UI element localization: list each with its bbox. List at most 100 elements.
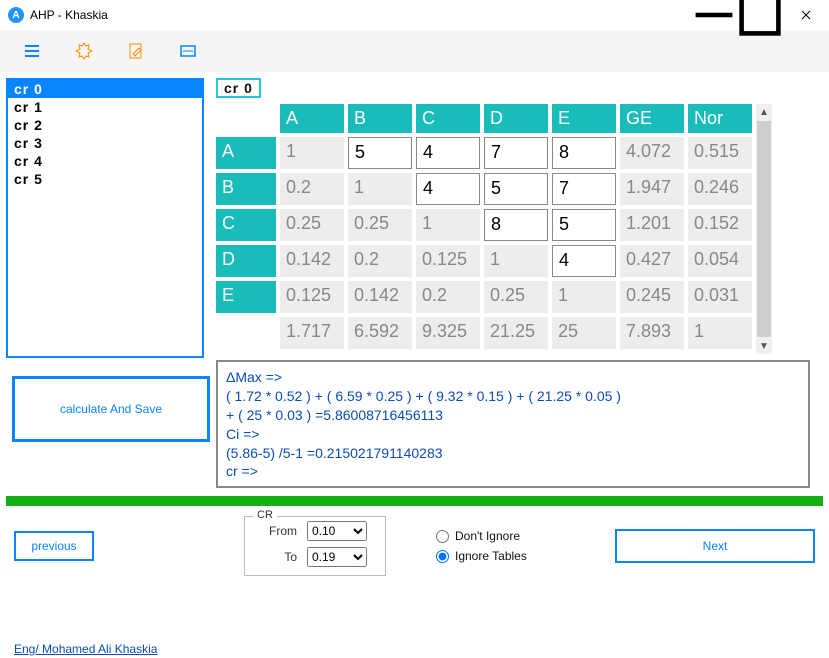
matrix-cell[interactable]: 8 bbox=[484, 209, 548, 241]
cr-range-group: CR From 0.100.110.120.130.140.150.160.17… bbox=[244, 516, 386, 576]
radio-dont-ignore[interactable]: Don't Ignore bbox=[436, 529, 527, 543]
matrix-cell: 0.2 bbox=[416, 281, 480, 313]
matrix-cell[interactable]: 7 bbox=[552, 173, 616, 205]
log-line: ( 1.72 * 0.52 ) + ( 6.59 * 0.25 ) + ( 9.… bbox=[226, 387, 800, 406]
matrix-cell[interactable]: 5 bbox=[484, 173, 548, 205]
matrix-cell: 0.25 bbox=[348, 209, 412, 241]
matrix-row-header: B bbox=[216, 173, 276, 205]
section-divider bbox=[6, 496, 823, 506]
scroll-thumb[interactable] bbox=[757, 121, 771, 337]
minimize-button[interactable] bbox=[691, 0, 737, 30]
matrix-row-header: D bbox=[216, 245, 276, 277]
matrix-cell: 0.25 bbox=[484, 281, 548, 313]
log-line: + ( 25 * 0.03 ) =5.86008716456113 bbox=[226, 406, 800, 425]
title-bar: A AHP - Khaskia bbox=[0, 0, 829, 30]
matrix-cell: 0.031 bbox=[688, 281, 752, 313]
matrix-col-header: C bbox=[416, 104, 480, 133]
criteria-list[interactable]: cr 0cr 1cr 2cr 3cr 4cr 5 bbox=[6, 78, 204, 358]
radio-dont-ignore-input[interactable] bbox=[436, 530, 449, 543]
matrix-row-header: E bbox=[216, 281, 276, 313]
matrix-sum-blank bbox=[216, 317, 276, 349]
compute-icon[interactable] bbox=[176, 39, 200, 63]
matrix-cell: 0.2 bbox=[280, 173, 344, 205]
matrix-cell: 0.142 bbox=[348, 281, 412, 313]
edit-icon[interactable] bbox=[124, 39, 148, 63]
log-line: ΔMax => bbox=[226, 368, 800, 387]
matrix-cell: 1 bbox=[348, 173, 412, 205]
matrix-cell[interactable]: 4 bbox=[416, 173, 480, 205]
matrix-cell: 0.125 bbox=[280, 281, 344, 313]
current-cr-tag: cr 0 bbox=[216, 78, 261, 98]
matrix-sum-cell: 21.25 bbox=[484, 317, 548, 349]
matrix-cell: 0.152 bbox=[688, 209, 752, 241]
cr-legend: CR bbox=[253, 509, 277, 521]
matrix-cell: 0.515 bbox=[688, 137, 752, 169]
cr-from-label: From bbox=[263, 524, 297, 538]
comparison-matrix: ABCDEGENorA154784.0720.515B0.214571.9470… bbox=[216, 104, 752, 349]
matrix-cell: 0.2 bbox=[348, 245, 412, 277]
menu-icon[interactable] bbox=[20, 39, 44, 63]
matrix-sum-cell: 9.325 bbox=[416, 317, 480, 349]
matrix-cell: 0.245 bbox=[620, 281, 684, 313]
matrix-cell: 4.072 bbox=[620, 137, 684, 169]
matrix-cell: 1 bbox=[280, 137, 344, 169]
sidebar-item[interactable]: cr 5 bbox=[8, 170, 202, 188]
app-icon: A bbox=[8, 7, 24, 23]
cr-to-label: To bbox=[263, 550, 297, 564]
matrix-cell[interactable]: 7 bbox=[484, 137, 548, 169]
close-button[interactable] bbox=[783, 0, 829, 30]
ignore-radio-group: Don't Ignore Ignore Tables bbox=[436, 529, 527, 563]
matrix-cell: 1.947 bbox=[620, 173, 684, 205]
matrix-row-header: A bbox=[216, 137, 276, 169]
matrix-cell: 0.25 bbox=[280, 209, 344, 241]
matrix-sum-cell: 1 bbox=[688, 317, 752, 349]
scroll-down-icon[interactable]: ▼ bbox=[756, 338, 772, 354]
sidebar-item[interactable]: cr 4 bbox=[8, 152, 202, 170]
matrix-col-header: GE bbox=[620, 104, 684, 133]
sidebar-item[interactable]: cr 3 bbox=[8, 134, 202, 152]
cr-to-select[interactable]: 0.100.110.120.130.140.150.160.170.180.19 bbox=[307, 547, 367, 567]
sidebar-item[interactable]: cr 0 bbox=[8, 80, 202, 98]
matrix-corner bbox=[216, 104, 276, 133]
matrix-cell[interactable]: 5 bbox=[552, 209, 616, 241]
matrix-scrollbar[interactable]: ▲ ▼ bbox=[756, 104, 772, 354]
matrix-sum-cell: 6.592 bbox=[348, 317, 412, 349]
calculation-log: ΔMax => ( 1.72 * 0.52 ) + ( 6.59 * 0.25 … bbox=[216, 360, 810, 488]
matrix-cell[interactable]: 5 bbox=[348, 137, 412, 169]
cr-from-select[interactable]: 0.100.110.120.130.140.150.160.170.180.19 bbox=[307, 521, 367, 541]
matrix-col-header: B bbox=[348, 104, 412, 133]
matrix-cell[interactable]: 8 bbox=[552, 137, 616, 169]
matrix-cell: 0.054 bbox=[688, 245, 752, 277]
matrix-cell: 1 bbox=[552, 281, 616, 313]
window-title: AHP - Khaskia bbox=[30, 8, 108, 22]
matrix-col-header: D bbox=[484, 104, 548, 133]
log-line: Ci => bbox=[226, 425, 800, 444]
matrix-col-header: Nor bbox=[688, 104, 752, 133]
matrix-sum-cell: 25 bbox=[552, 317, 616, 349]
matrix-cell[interactable]: 4 bbox=[552, 245, 616, 277]
matrix-cell: 0.246 bbox=[688, 173, 752, 205]
matrix-cell: 0.125 bbox=[416, 245, 480, 277]
new-icon[interactable] bbox=[72, 39, 96, 63]
sidebar-item[interactable]: cr 1 bbox=[8, 98, 202, 116]
matrix-cell[interactable]: 4 bbox=[416, 137, 480, 169]
next-button[interactable]: Next bbox=[615, 529, 815, 563]
sidebar-item[interactable]: cr 2 bbox=[8, 116, 202, 134]
previous-button[interactable]: previous bbox=[14, 531, 94, 561]
matrix-sum-cell: 7.893 bbox=[620, 317, 684, 349]
matrix-cell: 1 bbox=[484, 245, 548, 277]
scroll-up-icon[interactable]: ▲ bbox=[756, 104, 772, 120]
radio-ignore-tables-input[interactable] bbox=[436, 550, 449, 563]
radio-ignore-tables[interactable]: Ignore Tables bbox=[436, 549, 527, 563]
log-line: cr => bbox=[226, 462, 800, 481]
matrix-cell: 1 bbox=[416, 209, 480, 241]
matrix-cell: 1.201 bbox=[620, 209, 684, 241]
matrix-col-header: E bbox=[552, 104, 616, 133]
matrix-cell: 0.142 bbox=[280, 245, 344, 277]
matrix-sum-cell: 1.717 bbox=[280, 317, 344, 349]
author-link[interactable]: Eng/ Mohamed Ali Khaskia bbox=[14, 642, 157, 656]
log-line: (5.86-5) /5-1 =0.215021791140283 bbox=[226, 444, 800, 463]
calculate-save-button[interactable]: calculate And Save bbox=[12, 376, 210, 442]
matrix-row-header: C bbox=[216, 209, 276, 241]
maximize-button[interactable] bbox=[737, 0, 783, 30]
